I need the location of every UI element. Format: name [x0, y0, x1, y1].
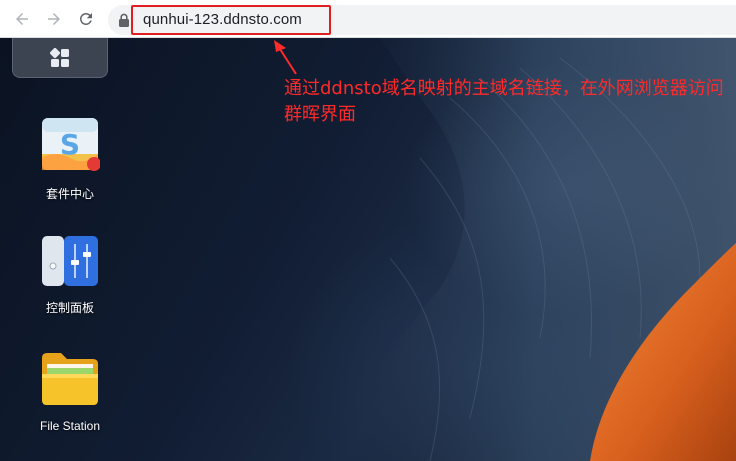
app-control-panel[interactable]: 控制面板: [25, 234, 115, 316]
url-highlight-box: [131, 5, 331, 35]
app-label: 控制面板: [45, 301, 94, 315]
grid-icon: [50, 47, 69, 67]
annotation-text: 通过ddnsto域名映射的主域名链接，在外网浏览器访问群晖界面: [284, 78, 724, 125]
folder-icon: [42, 353, 98, 405]
dsm-desktop: S 套件中心 控制面板 File Station 通过ddnsto域名映射的主域…: [0, 38, 736, 461]
package-center-icon: S: [42, 118, 101, 171]
app-file-station[interactable]: File Station: [25, 350, 115, 433]
control-panel-icon: [42, 236, 98, 286]
app-package-center[interactable]: S 套件中心: [25, 114, 115, 202]
reload-button[interactable]: [76, 9, 96, 29]
arrow-right-icon: [48, 13, 60, 25]
annotation-arrow: [274, 40, 297, 75]
back-button[interactable]: [12, 9, 32, 29]
svg-text:S: S: [60, 128, 80, 161]
lock-icon[interactable]: [118, 13, 130, 27]
main-menu-button[interactable]: [12, 38, 108, 78]
app-label: File Station: [39, 419, 101, 433]
reload-icon: [79, 12, 92, 25]
forward-button[interactable]: [44, 9, 64, 29]
app-label: 套件中心: [45, 187, 94, 201]
browser-toolbar: qunhui-123.ddnsto.com: [0, 0, 736, 38]
arrow-left-icon: [16, 13, 28, 25]
